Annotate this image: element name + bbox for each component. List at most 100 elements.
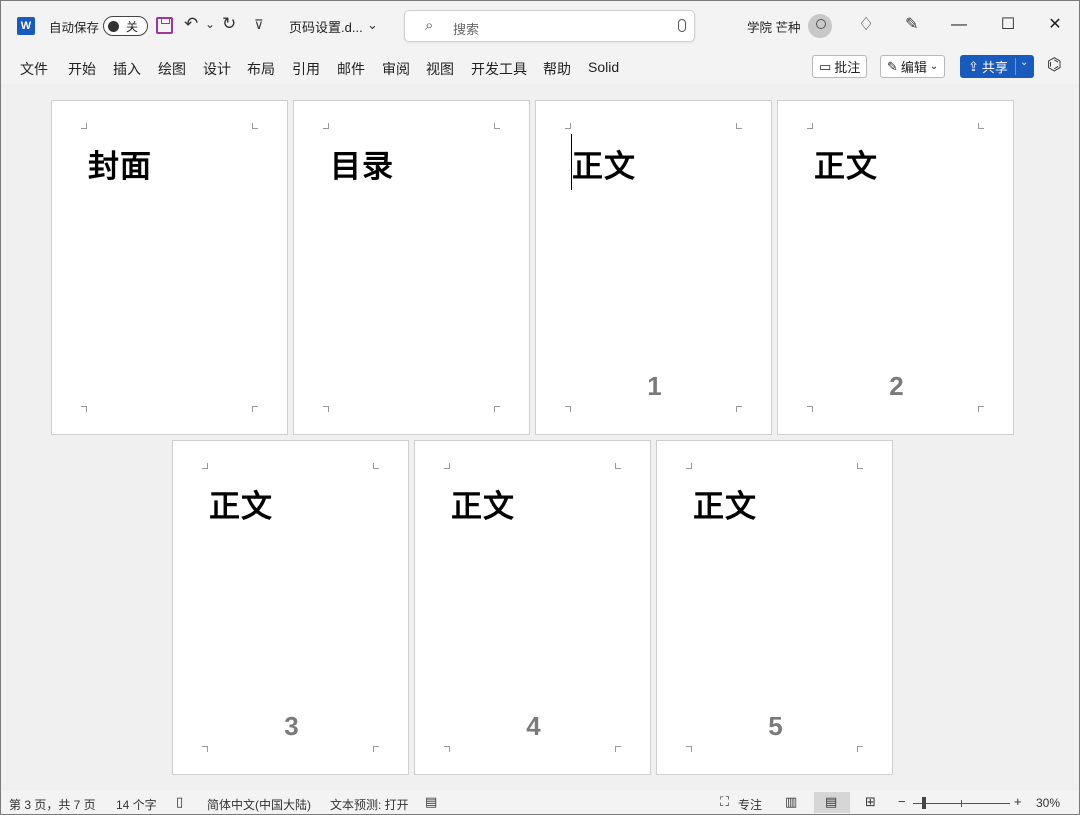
- pencil-icon: ✎: [887, 58, 898, 74]
- document-canvas[interactable]: 封面 目录 正文 1 正文 2 正文 3 正文 4 正文 5: [1, 84, 1079, 791]
- page-indicator[interactable]: 第 3 页，共 7 页: [9, 796, 96, 813]
- avatar[interactable]: [808, 14, 832, 38]
- page-6[interactable]: 正文 4: [414, 440, 651, 775]
- close-button[interactable]: ✕: [1043, 13, 1067, 37]
- zoom-slider-center-mark: [961, 800, 962, 807]
- tab-design[interactable]: 设计: [203, 59, 231, 79]
- tab-references[interactable]: 引用: [292, 59, 320, 79]
- macro-recording-icon[interactable]: ▤: [425, 794, 437, 810]
- crop-mark: [978, 406, 984, 412]
- page-heading[interactable]: 正文: [451, 481, 515, 526]
- page-number: 3: [284, 711, 299, 741]
- read-mode-icon[interactable]: ▥: [785, 794, 797, 810]
- chevron-down-icon[interactable]: ⌄: [367, 17, 378, 33]
- zoom-slider-thumb[interactable]: [922, 797, 926, 809]
- page-5[interactable]: 正文 3: [172, 440, 409, 775]
- microphone-icon[interactable]: [678, 19, 686, 32]
- undo-dropdown-icon[interactable]: ⌄: [205, 17, 215, 31]
- print-layout-icon[interactable]: ▤: [825, 794, 837, 810]
- page-number: 5: [768, 711, 783, 741]
- share-divider: [1015, 58, 1016, 75]
- tab-home[interactable]: 开始: [68, 59, 96, 79]
- tab-developer[interactable]: 开发工具: [471, 59, 527, 79]
- page-number: 4: [526, 711, 541, 741]
- autosave-toggle[interactable]: 关: [103, 16, 148, 36]
- autosave-label: 自动保存: [49, 20, 100, 35]
- comments-button[interactable]: ▭ 批注: [812, 55, 868, 78]
- crop-mark: [686, 463, 692, 469]
- diamond-icon[interactable]: ♢: [858, 14, 874, 35]
- pen-sparkle-icon[interactable]: ✎: [905, 14, 918, 34]
- focus-icon[interactable]: ⛶: [720, 794, 729, 810]
- web-layout-icon[interactable]: ⊞: [865, 794, 876, 810]
- page-2[interactable]: 目录: [293, 100, 530, 435]
- zoom-in-button[interactable]: +: [1014, 794, 1022, 809]
- tab-layout[interactable]: 布局: [247, 59, 275, 79]
- page-heading[interactable]: 正文: [693, 481, 757, 526]
- redo-icon[interactable]: ↻: [222, 14, 236, 34]
- word-count[interactable]: 14 个字: [116, 796, 157, 813]
- search-box[interactable]: ⌕ 搜索: [404, 10, 695, 42]
- comment-icon: ▭: [819, 58, 832, 74]
- crop-mark: [373, 463, 379, 469]
- page-4[interactable]: 正文 2: [777, 100, 1014, 435]
- undo-icon[interactable]: ↶: [184, 14, 198, 34]
- proofing-icon[interactable]: ▯: [176, 794, 183, 810]
- chevron-down-icon: ⌄: [929, 61, 939, 72]
- toggle-knob: [108, 21, 119, 32]
- customize-toolbar-icon[interactable]: ⊽: [254, 17, 264, 33]
- tab-insert[interactable]: 插入: [113, 59, 141, 79]
- user-name[interactable]: 学院 芒种: [747, 1, 800, 51]
- page-heading[interactable]: 正文: [209, 481, 273, 526]
- share-button[interactable]: ⇪ 共享 ⌄: [960, 55, 1034, 78]
- page-number: 1: [647, 371, 662, 401]
- word-window: W 自动保存 关 ↶ ⌄ ↻ ⊽ 页码设置.d... ⌄ ⌕ 搜索 学院 芒种 …: [0, 0, 1080, 815]
- page-heading[interactable]: 封面: [88, 141, 152, 186]
- crop-mark: [565, 123, 571, 129]
- tab-file[interactable]: 文件: [20, 59, 48, 79]
- tab-solid[interactable]: Solid: [588, 59, 619, 75]
- language-indicator[interactable]: 简体中文(中国大陆): [207, 796, 311, 813]
- maximize-button[interactable]: ☐: [996, 13, 1020, 37]
- tab-mailings[interactable]: 邮件: [337, 59, 365, 79]
- crop-mark: [202, 746, 208, 752]
- text-prediction[interactable]: 文本预测: 打开: [330, 796, 409, 813]
- zoom-out-button[interactable]: −: [898, 794, 906, 809]
- editing-label: 编辑: [900, 60, 927, 75]
- tab-review[interactable]: 审阅: [382, 59, 410, 79]
- document-title[interactable]: 页码设置.d...: [289, 1, 363, 51]
- word-app-icon[interactable]: W: [17, 17, 35, 35]
- crop-mark: [252, 406, 258, 412]
- status-bar: 第 3 页，共 7 页 14 个字 ▯ 简体中文(中国大陆) 文本预测: 打开 …: [1, 791, 1079, 814]
- crop-mark: [494, 406, 500, 412]
- search-placeholder: 搜索: [453, 22, 480, 37]
- page-number: 2: [889, 371, 904, 401]
- share-label: 共享: [981, 60, 1008, 75]
- tab-draw[interactable]: 绘图: [158, 59, 186, 79]
- editing-button[interactable]: ✎ 编辑 ⌄: [880, 55, 946, 78]
- share-dropdown-icon[interactable]: ⌄: [1020, 57, 1028, 68]
- minimize-button[interactable]: —: [947, 13, 971, 37]
- crop-mark: [323, 123, 329, 129]
- save-icon[interactable]: [156, 17, 173, 34]
- tab-view[interactable]: 视图: [426, 59, 454, 79]
- crop-mark: [323, 406, 329, 412]
- crop-mark: [444, 746, 450, 752]
- page-heading[interactable]: 正文: [572, 141, 636, 186]
- page-1[interactable]: 封面: [51, 100, 288, 435]
- page-7[interactable]: 正文 5: [656, 440, 893, 775]
- comments-label: 批注: [834, 60, 861, 75]
- crop-mark: [565, 406, 571, 412]
- page-heading[interactable]: 目录: [330, 141, 394, 186]
- crop-mark: [494, 123, 500, 129]
- focus-label[interactable]: 专注: [738, 796, 762, 813]
- copilot-icon[interactable]: ⌬: [1047, 55, 1062, 75]
- zoom-percent[interactable]: 30%: [1036, 796, 1060, 810]
- page-heading[interactable]: 正文: [814, 141, 878, 186]
- crop-mark: [615, 463, 621, 469]
- page-3[interactable]: 正文 1: [535, 100, 772, 435]
- tab-help[interactable]: 帮助: [543, 59, 571, 79]
- crop-mark: [444, 463, 450, 469]
- crop-mark: [978, 123, 984, 129]
- crop-mark: [373, 746, 379, 752]
